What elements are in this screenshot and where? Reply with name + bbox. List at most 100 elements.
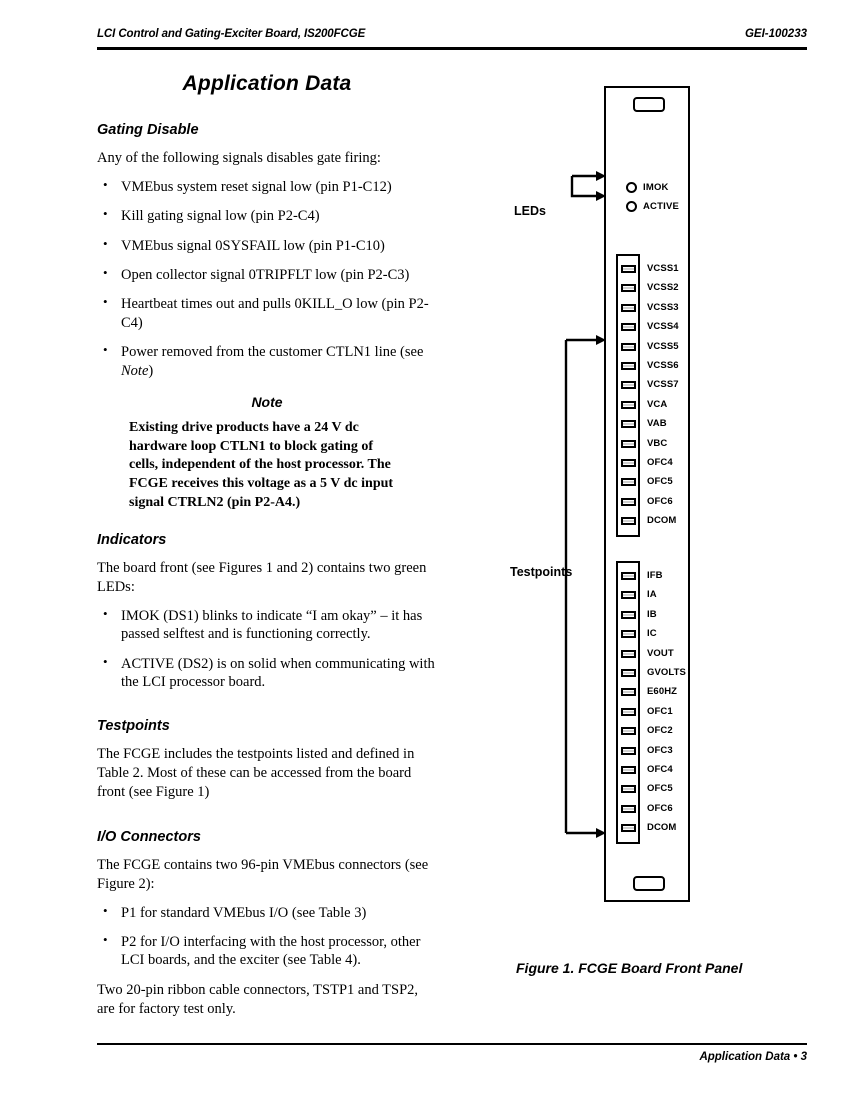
list-item: Kill gating signal low (pin P2-C4) (97, 206, 437, 225)
testpoint-label: OFC3 (647, 744, 673, 756)
testpoints-callout-bracket-icon (564, 335, 606, 838)
led-indicator-active: ACTIVE (626, 201, 679, 212)
page-footer: Application Data • 3 (97, 1043, 807, 1073)
testpoint-row: OFC2 (618, 722, 673, 741)
testpoint-row: OFC5 (618, 780, 673, 799)
testpoint-jack-icon (621, 630, 636, 639)
testpoint-jack-icon (621, 458, 636, 467)
testpoint-block-bottom: IFB IA IB IC VOUT GVOLTS E60HZ OFC1 OFC2… (616, 561, 686, 845)
testpoint-row: DCOM (618, 512, 676, 531)
bullet-text-note-ref: Note (121, 362, 149, 379)
bullet-text-pre: Power removed from the customer CTLN1 li… (121, 344, 424, 361)
testpoint-jack-icon (621, 420, 636, 429)
list-item: ACTIVE (DS2) is on solid when communicat… (97, 654, 437, 692)
testpoint-row: OFC4 (618, 454, 673, 473)
list-item: IMOK (DS1) blinks to indicate “I am okay… (97, 606, 437, 644)
testpoint-label: OFC6 (647, 802, 673, 814)
testpoints-callout: Testpoints (510, 245, 608, 845)
testpoint-label: VCSS4 (647, 321, 679, 333)
testpoint-label: OFC6 (647, 495, 673, 507)
testpoint-jack-icon (621, 400, 636, 409)
gating-disable-bullet-list: VMEbus system reset signal low (pin P1-C… (97, 177, 437, 380)
testpoint-label: OFC5 (647, 476, 673, 488)
testpoint-row: OFC5 (618, 473, 673, 492)
testpoint-jack-icon (621, 707, 636, 716)
testpoint-label: OFC1 (647, 705, 673, 717)
testpoint-row: VBC (618, 435, 667, 454)
section-heading-gating-disable: Gating Disable (97, 122, 199, 138)
testpoint-jack-icon (621, 804, 636, 813)
testpoint-row: OFC4 (618, 761, 673, 780)
testpoint-label: E60HZ (647, 686, 678, 698)
testpoint-label: IC (647, 628, 657, 640)
header-rule (97, 47, 807, 50)
testpoint-label: IFB (647, 570, 663, 581)
testpoint-row: IFB (618, 567, 663, 586)
testpoint-row: OFC3 (618, 742, 673, 761)
testpoint-jack-icon (621, 478, 636, 487)
list-item: P1 for standard VMEbus I/O (see Table 3) (97, 903, 437, 922)
testpoint-jack-icon (621, 668, 636, 677)
section-heading-testpoints: Testpoints (97, 718, 170, 735)
testpoint-row: VCSS5 (618, 338, 679, 357)
testpoint-label: VCSS6 (647, 359, 679, 371)
testpoint-row: VCA (618, 396, 667, 415)
led-label: IMOK (643, 182, 669, 193)
testpoint-label: VCSS2 (647, 282, 679, 294)
footer-page-marker: Application Data • 3 (699, 1051, 807, 1063)
testpoint-label: VCSS7 (647, 379, 679, 391)
led-label: ACTIVE (643, 201, 680, 212)
testpoint-row: DCOM (618, 819, 676, 838)
gating-disable-intro: Any of the following signals disables ga… (97, 150, 381, 166)
testpoints-callout-label: Testpoints (510, 565, 573, 579)
testpoint-jack-icon (621, 591, 636, 600)
testpoint-row: VCSS1 (618, 260, 679, 279)
testpoint-row: GVOLTS (618, 664, 686, 683)
testpoint-row: VCSS3 (618, 299, 679, 318)
testpoint-jack-icon (621, 361, 636, 370)
indicators-bullet-list: IMOK (DS1) blinks to indicate “I am okay… (97, 606, 437, 692)
testpoint-jack-icon (621, 649, 636, 658)
testpoint-label: IB (647, 608, 657, 620)
testpoint-label: VCA (647, 398, 668, 410)
testpoint-row: IA (618, 586, 657, 605)
ejector-handle-top-icon (633, 97, 665, 112)
testpoint-jack-icon (621, 381, 636, 390)
list-item-power-removed: Power removed from the customer CTLN1 li… (97, 342, 437, 380)
figure-fcge-board-front-panel: LEDs Testpoints IMOK ACTIVE VCSS1 VCSS2 (500, 80, 840, 1000)
led-indicator-imok: IMOK (626, 182, 669, 193)
testpoint-row: VOUT (618, 645, 674, 664)
testpoint-row: VCSS2 (618, 279, 679, 298)
list-item: VMEbus system reset signal low (pin P1-C… (97, 177, 437, 196)
testpoint-row: VCSS7 (618, 376, 679, 395)
testpoint-jack-icon (621, 342, 636, 351)
testpoint-row: OFC1 (618, 703, 673, 722)
led-circle-icon (626, 182, 637, 193)
chapter-title: Application Data (182, 72, 352, 95)
testpoint-label: DCOM (647, 822, 677, 834)
section-heading-indicators: Indicators (97, 532, 167, 549)
testpoint-jack-icon (621, 610, 636, 619)
testpoint-label: VOUT (647, 647, 674, 659)
testpoint-row: OFC6 (618, 800, 673, 819)
testpoint-label: OFC5 (647, 783, 673, 795)
testpoint-jack-icon (621, 265, 636, 273)
board-front-panel-outline: IMOK ACTIVE VCSS1 VCSS2 VCSS3 VCSS4 VCSS… (604, 86, 690, 902)
testpoint-jack-icon (621, 746, 636, 755)
list-item: Heartbeat times out and pulls 0KILL_O lo… (97, 294, 437, 332)
header-document-title: LCI Control and Gating-Exciter Board, IS… (97, 28, 366, 40)
bullet-text-post: ) (148, 362, 154, 379)
testpoint-jack-icon (621, 572, 636, 580)
testpoint-block-top: VCSS1 VCSS2 VCSS3 VCSS4 VCSS5 VCSS6 VCSS… (616, 254, 679, 538)
testpoint-jack-icon (621, 688, 636, 697)
testpoint-jack-icon (621, 785, 636, 794)
testpoint-jack-icon (621, 303, 636, 312)
testpoint-label: VBC (647, 437, 668, 449)
testpoint-label: OFC4 (647, 763, 673, 775)
testpoint-jack-icon (621, 284, 636, 293)
list-item: VMEbus signal 0SYSFAIL low (pin P1-C10) (97, 236, 437, 255)
testpoint-jack-icon (621, 517, 636, 526)
note-body: Existing drive products have a 24 V dc h… (129, 420, 394, 510)
testpoint-row: VCSS4 (618, 318, 679, 337)
testpoint-jack-icon (621, 765, 636, 774)
